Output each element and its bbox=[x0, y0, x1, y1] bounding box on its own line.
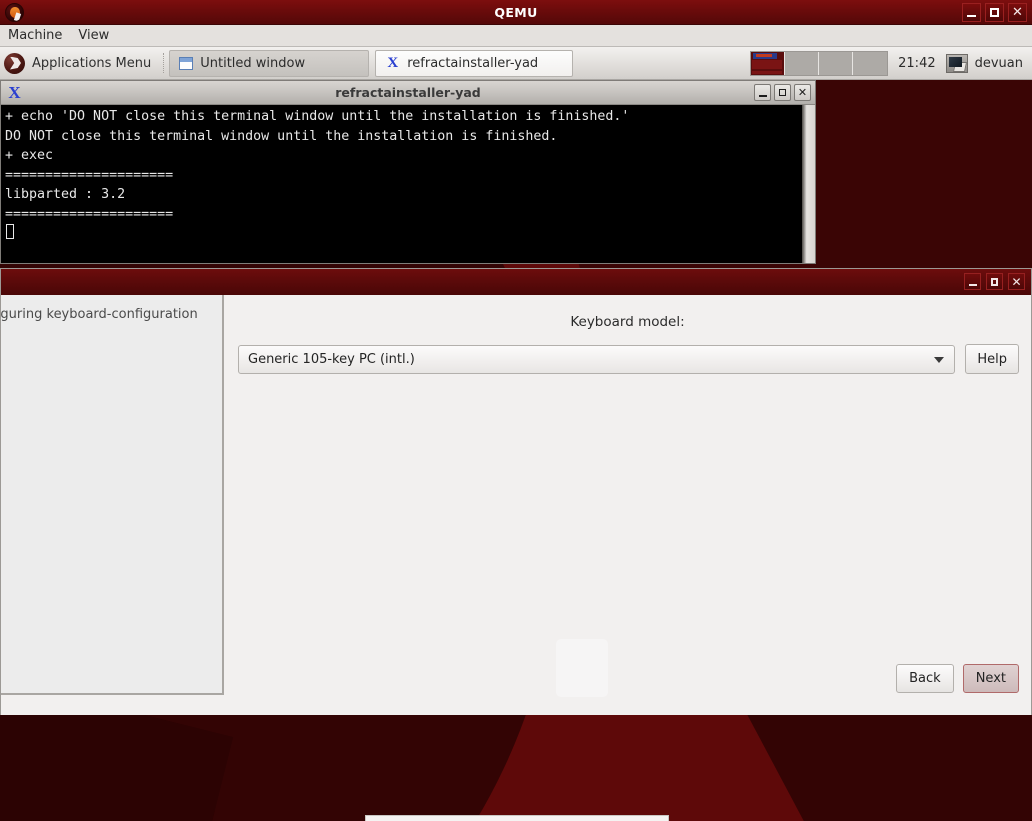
dialog-minimize-button[interactable] bbox=[964, 273, 981, 290]
username-label: devuan bbox=[975, 56, 1023, 71]
qemu-window-controls: ✕ bbox=[962, 3, 1027, 22]
terminal-title: refractainstaller-yad bbox=[1, 85, 815, 100]
workspace-switcher[interactable] bbox=[750, 51, 888, 76]
workspace-3[interactable] bbox=[819, 52, 853, 75]
dialog-sidebar-text: nfiguring keyboard-configuration bbox=[1, 307, 222, 322]
panel-separator bbox=[163, 53, 165, 73]
panel-right-area: 21:42 devuan bbox=[750, 47, 1032, 80]
maximize-icon bbox=[779, 89, 786, 96]
back-button[interactable]: Back bbox=[896, 664, 954, 693]
terminal-body[interactable]: + echo 'DO NOT close this terminal windo… bbox=[1, 105, 815, 263]
applications-menu-label: Applications Menu bbox=[32, 56, 151, 71]
keyboard-model-select[interactable]: Generic 105-key PC (intl.) bbox=[238, 345, 955, 374]
terminal-window: X refractainstaller-yad ✕ + echo 'DO NOT… bbox=[0, 80, 816, 264]
menu-view[interactable]: View bbox=[78, 28, 109, 43]
keyboard-model-value: Generic 105-key PC (intl.) bbox=[248, 352, 415, 367]
maximize-icon bbox=[991, 278, 998, 286]
workspace-4[interactable] bbox=[853, 52, 887, 75]
close-icon: ✕ bbox=[1012, 6, 1023, 19]
qemu-minimize-button[interactable] bbox=[962, 3, 981, 22]
blank-page-watermark bbox=[556, 639, 608, 697]
chevron-down-icon bbox=[934, 357, 944, 363]
dialog-sidebar: nfiguring keyboard-configuration bbox=[1, 295, 224, 695]
qemu-menubar: Machine View bbox=[0, 25, 1032, 47]
terminal-scrollbar[interactable] bbox=[802, 105, 815, 263]
terminal-cursor bbox=[6, 224, 14, 239]
qemu-close-button[interactable]: ✕ bbox=[1008, 3, 1027, 22]
monitor-icon bbox=[946, 54, 968, 73]
user-session-button[interactable]: devuan bbox=[946, 54, 1032, 73]
qemu-guest-screen: Applications Menu Untitled window X refr… bbox=[0, 47, 1032, 821]
terminal-maximize-button[interactable] bbox=[774, 84, 791, 101]
dialog-action-buttons: Back Next bbox=[896, 664, 1019, 693]
close-icon: ✕ bbox=[798, 87, 807, 98]
workspace-1[interactable] bbox=[751, 52, 785, 75]
minimize-icon bbox=[759, 95, 767, 97]
window-icon bbox=[179, 57, 193, 70]
taskbar-item-refractainstaller-yad[interactable]: X refractainstaller-yad bbox=[375, 50, 573, 77]
workspace-2[interactable] bbox=[785, 52, 819, 75]
applications-menu-button[interactable]: Applications Menu bbox=[0, 49, 159, 78]
keyboard-model-row: Generic 105-key PC (intl.) Help bbox=[224, 330, 1031, 374]
xterm-icon: X bbox=[385, 56, 400, 71]
devuan-logo-icon bbox=[4, 53, 25, 74]
terminal-close-button[interactable]: ✕ bbox=[794, 84, 811, 101]
clock[interactable]: 21:42 bbox=[888, 56, 945, 71]
close-icon: ✕ bbox=[1011, 276, 1021, 288]
next-button[interactable]: Next bbox=[963, 664, 1019, 693]
dialog-window-controls: ✕ bbox=[964, 273, 1025, 290]
help-button[interactable]: Help bbox=[965, 344, 1019, 374]
minimize-icon bbox=[967, 15, 976, 17]
terminal-titlebar[interactable]: X refractainstaller-yad ✕ bbox=[1, 81, 815, 105]
dialog-body: nfiguring keyboard-configuration Keyboar… bbox=[1, 295, 1031, 715]
xfce-top-panel: Applications Menu Untitled window X refr… bbox=[0, 47, 1032, 80]
desktop-dock: D bbox=[365, 815, 669, 821]
terminal-output: + echo 'DO NOT close this terminal windo… bbox=[5, 107, 815, 224]
xterm-icon: X bbox=[6, 84, 23, 101]
taskbar-item-label: Untitled window bbox=[200, 56, 305, 71]
taskbar-item-label: refractainstaller-yad bbox=[407, 56, 538, 71]
terminal-minimize-button[interactable] bbox=[754, 84, 771, 101]
installer-dialog-window: ✕ nfiguring keyboard-configuration Keybo… bbox=[0, 268, 1032, 715]
dialog-main-panel: Keyboard model: Generic 105-key PC (intl… bbox=[224, 295, 1031, 715]
qemu-window-title: QEMU bbox=[0, 0, 1032, 25]
dialog-maximize-button[interactable] bbox=[986, 273, 1003, 290]
qemu-window: QEMU ✕ Machine View Applications Menu Un… bbox=[0, 0, 1032, 821]
menu-machine[interactable]: Machine bbox=[8, 28, 62, 43]
dialog-titlebar[interactable]: ✕ bbox=[1, 269, 1031, 295]
keyboard-model-label: Keyboard model: bbox=[224, 295, 1031, 330]
qemu-titlebar[interactable]: QEMU ✕ bbox=[0, 0, 1032, 25]
minimize-icon bbox=[969, 284, 977, 286]
qemu-maximize-button[interactable] bbox=[985, 3, 1004, 22]
dialog-close-button[interactable]: ✕ bbox=[1008, 273, 1025, 290]
taskbar-item-untitled-window[interactable]: Untitled window bbox=[169, 50, 369, 77]
maximize-icon bbox=[990, 8, 999, 17]
terminal-window-controls: ✕ bbox=[754, 84, 811, 101]
